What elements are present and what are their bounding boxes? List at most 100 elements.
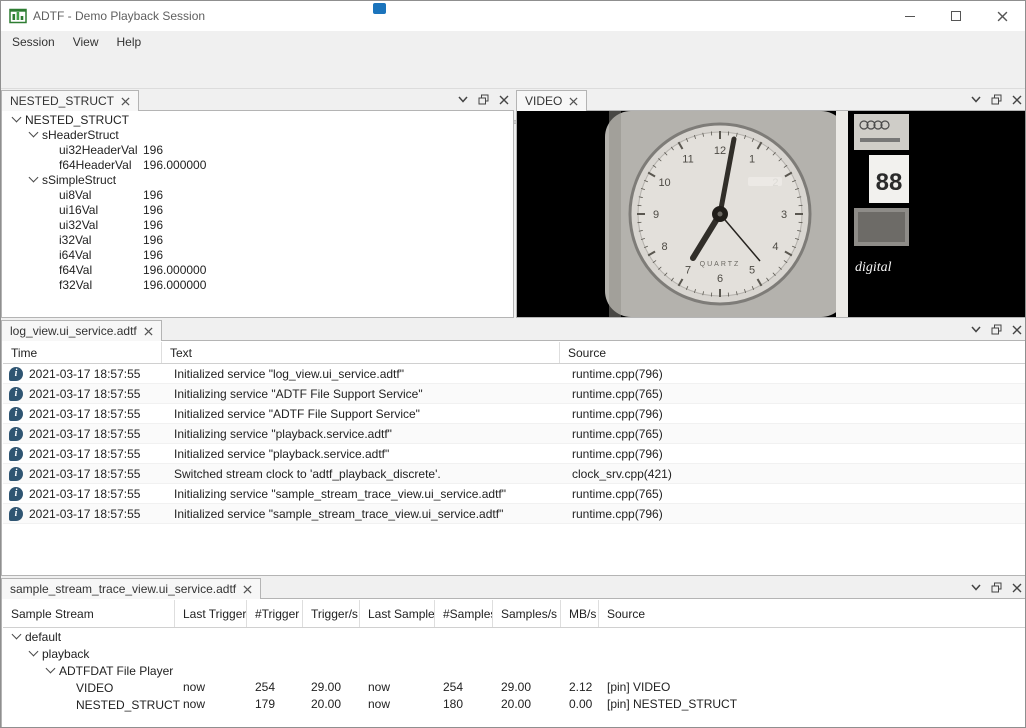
- trace-content: Sample StreamLast Trigger#TriggerTrigger…: [1, 598, 1026, 728]
- tree-row[interactable]: ADTFDAT File Player: [3, 662, 1025, 679]
- tree-row[interactable]: NESTED_STRUCTnow17920.00now18020.000.00[…: [3, 696, 1025, 713]
- tree-row[interactable]: default: [3, 628, 1025, 645]
- panel-menu-icon[interactable]: [971, 326, 981, 333]
- float-panel-icon[interactable]: [991, 94, 1002, 105]
- window-title: ADTF - Demo Playback Session: [33, 9, 205, 23]
- panel-close-icon[interactable]: [499, 95, 509, 105]
- info-icon: i: [9, 447, 23, 461]
- chevron-down-icon[interactable]: [26, 646, 42, 661]
- trace-cell: 2.12: [569, 679, 592, 696]
- nested-struct-tabbar: NESTED_STRUCT: [1, 89, 514, 111]
- card-number-text: 88: [876, 169, 903, 196]
- caption-text: digital: [855, 260, 892, 275]
- log-text: Initializing service "ADTF File Support …: [174, 384, 423, 404]
- video-tabbar: VIDEO: [516, 89, 1026, 111]
- column-header[interactable]: MB/s: [561, 600, 599, 627]
- tab-close-icon[interactable]: [243, 585, 252, 594]
- column-header[interactable]: Samples/s: [493, 600, 561, 627]
- column-header[interactable]: Last Trigger: [175, 600, 247, 627]
- tree-node-value: 196.000000: [143, 263, 206, 277]
- float-panel-icon[interactable]: [478, 94, 489, 105]
- tree-row[interactable]: ui32Val196: [3, 217, 512, 232]
- tree-node-label: ui32HeaderVal: [59, 143, 138, 157]
- chevron-down-icon[interactable]: [9, 629, 25, 644]
- info-icon: i: [9, 467, 23, 481]
- tab-close-icon[interactable]: [569, 97, 578, 106]
- tab-close-icon[interactable]: [121, 97, 130, 106]
- column-header[interactable]: #Trigger: [247, 600, 303, 627]
- tree-row[interactable]: f32Val196.000000: [3, 277, 512, 292]
- log-text: Initialized service "ADTF File Support S…: [174, 404, 420, 424]
- float-panel-icon[interactable]: [991, 324, 1002, 335]
- log-row[interactable]: i2021-03-17 18:57:55Switched stream cloc…: [3, 464, 1025, 484]
- tab-video[interactable]: VIDEO: [516, 90, 587, 111]
- float-panel-icon[interactable]: [991, 582, 1002, 593]
- menu-view[interactable]: View: [64, 32, 108, 52]
- title-bar: ADTF - Demo Playback Session: [1, 1, 1025, 31]
- close-button[interactable]: [979, 1, 1025, 31]
- tree-node-label: ADTFDAT File Player: [59, 664, 173, 678]
- tree-row[interactable]: ui16Val196: [3, 202, 512, 217]
- log-row[interactable]: i2021-03-17 18:57:55Initializing service…: [3, 424, 1025, 444]
- log-row[interactable]: i2021-03-17 18:57:55Initialized service …: [3, 404, 1025, 424]
- tree-row[interactable]: ui8Val196: [3, 187, 512, 202]
- log-row[interactable]: i2021-03-17 18:57:55Initialized service …: [3, 504, 1025, 524]
- log-row[interactable]: i2021-03-17 18:57:55Initialized service …: [3, 364, 1025, 384]
- tab-trace[interactable]: sample_stream_trace_view.ui_service.adtf: [1, 578, 261, 599]
- trace-cell: now: [183, 679, 205, 696]
- clock-brand-text: QUARTZ: [700, 261, 741, 268]
- chevron-down-icon[interactable]: [26, 127, 42, 142]
- tree-node-label: playback: [42, 647, 89, 661]
- trace-cell: 180: [443, 696, 463, 713]
- minimize-button[interactable]: [887, 1, 933, 31]
- trace-cell: [pin] NESTED_STRUCT: [607, 696, 737, 713]
- tree-row[interactable]: i32Val196: [3, 232, 512, 247]
- panel-menu-icon[interactable]: [971, 96, 981, 103]
- tab-nested-struct[interactable]: NESTED_STRUCT: [1, 90, 139, 111]
- tree-node-label: sSimpleStruct: [42, 173, 116, 187]
- tree-row[interactable]: ui32HeaderVal196: [3, 142, 512, 157]
- log-header: TimeTextSource: [3, 342, 1025, 364]
- column-header[interactable]: Source: [560, 342, 1026, 363]
- tab-log[interactable]: log_view.ui_service.adtf: [1, 320, 162, 341]
- tree-row[interactable]: f64Val196.000000: [3, 262, 512, 277]
- menu-session[interactable]: Session: [3, 32, 64, 52]
- tree-row[interactable]: VIDEOnow25429.00now25429.002.12[pin] VID…: [3, 679, 1025, 696]
- tree-node-value: 196: [143, 188, 163, 202]
- tree-row[interactable]: sHeaderStruct: [3, 127, 512, 142]
- tree-row[interactable]: NESTED_STRUCT: [3, 112, 512, 127]
- tab-close-icon[interactable]: [144, 327, 153, 336]
- trace-cell: 20.00: [501, 696, 531, 713]
- column-header[interactable]: Sample Stream: [3, 600, 175, 627]
- column-header[interactable]: Source: [599, 600, 1026, 627]
- info-icon: i: [9, 487, 23, 501]
- chevron-down-icon[interactable]: [9, 112, 25, 127]
- column-header[interactable]: #Samples: [435, 600, 493, 627]
- panel-nested-struct: NESTED_STRUCT NESTED_STRUCTsHeaderStruct…: [1, 89, 514, 318]
- clock-glare: [748, 177, 782, 186]
- panel-menu-icon[interactable]: [971, 584, 981, 591]
- tree-row[interactable]: i64Val196: [3, 247, 512, 262]
- trace-cell: [pin] VIDEO: [607, 679, 670, 696]
- svg-text:4: 4: [772, 241, 778, 253]
- column-header[interactable]: Text: [162, 342, 560, 363]
- panel-close-icon[interactable]: [1012, 95, 1022, 105]
- chevron-down-icon[interactable]: [43, 663, 59, 678]
- log-row[interactable]: i2021-03-17 18:57:55Initialized service …: [3, 444, 1025, 464]
- log-time: 2021-03-17 18:57:55: [29, 464, 140, 484]
- chevron-spacer: [43, 262, 59, 277]
- panel-close-icon[interactable]: [1012, 583, 1022, 593]
- tree-row[interactable]: playback: [3, 645, 1025, 662]
- chevron-down-icon[interactable]: [26, 172, 42, 187]
- column-header[interactable]: Trigger/s: [303, 600, 360, 627]
- panel-close-icon[interactable]: [1012, 325, 1022, 335]
- panel-menu-icon[interactable]: [458, 96, 468, 103]
- log-row[interactable]: i2021-03-17 18:57:55Initializing service…: [3, 484, 1025, 504]
- menu-help[interactable]: Help: [108, 32, 151, 52]
- tree-row[interactable]: sSimpleStruct: [3, 172, 512, 187]
- maximize-button[interactable]: [933, 1, 979, 31]
- log-row[interactable]: i2021-03-17 18:57:55Initializing service…: [3, 384, 1025, 404]
- column-header[interactable]: Last Sample: [360, 600, 435, 627]
- tree-row[interactable]: f64HeaderVal196.000000: [3, 157, 512, 172]
- column-header[interactable]: Time: [3, 342, 162, 363]
